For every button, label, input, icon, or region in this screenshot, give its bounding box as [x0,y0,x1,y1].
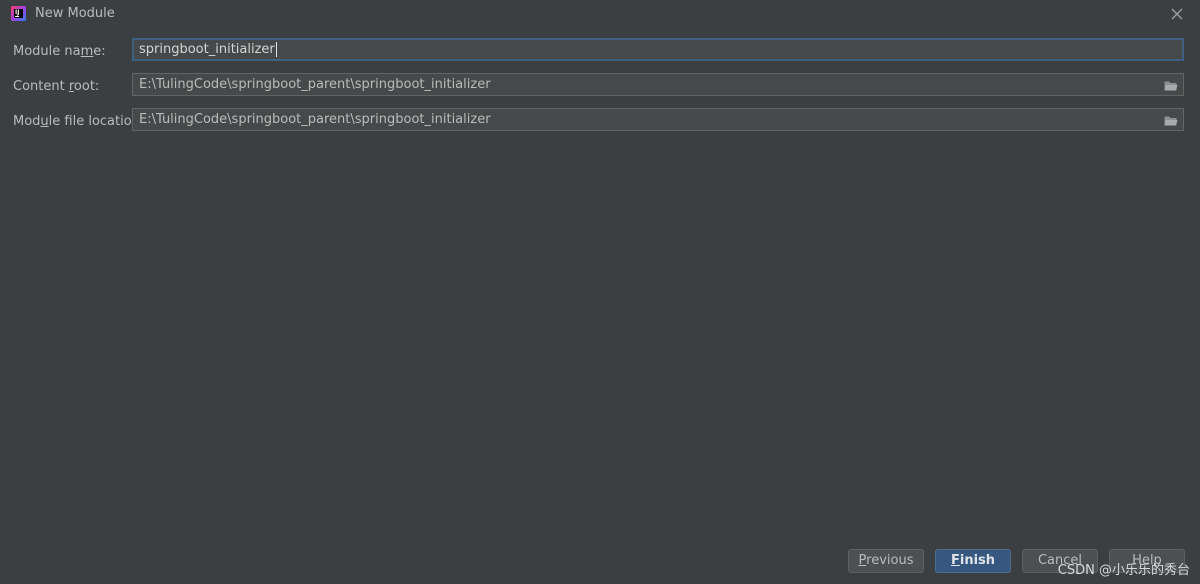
content-root-value: E:\TulingCode\springboot_parent\springbo… [139,77,491,92]
watermark: CSDN @小乐乐的秀台 [1057,563,1190,578]
text-caret [275,42,277,57]
module-name-input[interactable]: springboot_initializer [132,38,1184,61]
module-file-location-label: Module file location: [13,114,145,129]
intellij-idea-icon: IJ [11,6,26,21]
new-module-dialog: IJ New Module Module name: springboot_in… [0,0,1200,584]
folder-open-icon[interactable] [1164,78,1178,91]
dialog-title: New Module [35,6,115,21]
content-root-input[interactable]: E:\TulingCode\springboot_parent\springbo… [132,73,1184,96]
module-name-label: Module name: [13,44,106,59]
module-file-location-value: E:\TulingCode\springboot_parent\springbo… [139,112,491,127]
dialog-button-bar: Previous Finish Cancel Help [0,549,1200,573]
finish-button[interactable]: Finish [935,549,1011,573]
module-file-location-input[interactable]: E:\TulingCode\springboot_parent\springbo… [132,108,1184,131]
module-name-value: springboot_initializer [139,42,275,57]
content-root-label: Content root: [13,79,100,94]
previous-button[interactable]: Previous [848,549,924,573]
title-bar: IJ New Module [0,0,1200,30]
close-icon[interactable] [1170,6,1184,20]
folder-open-icon[interactable] [1164,113,1178,126]
